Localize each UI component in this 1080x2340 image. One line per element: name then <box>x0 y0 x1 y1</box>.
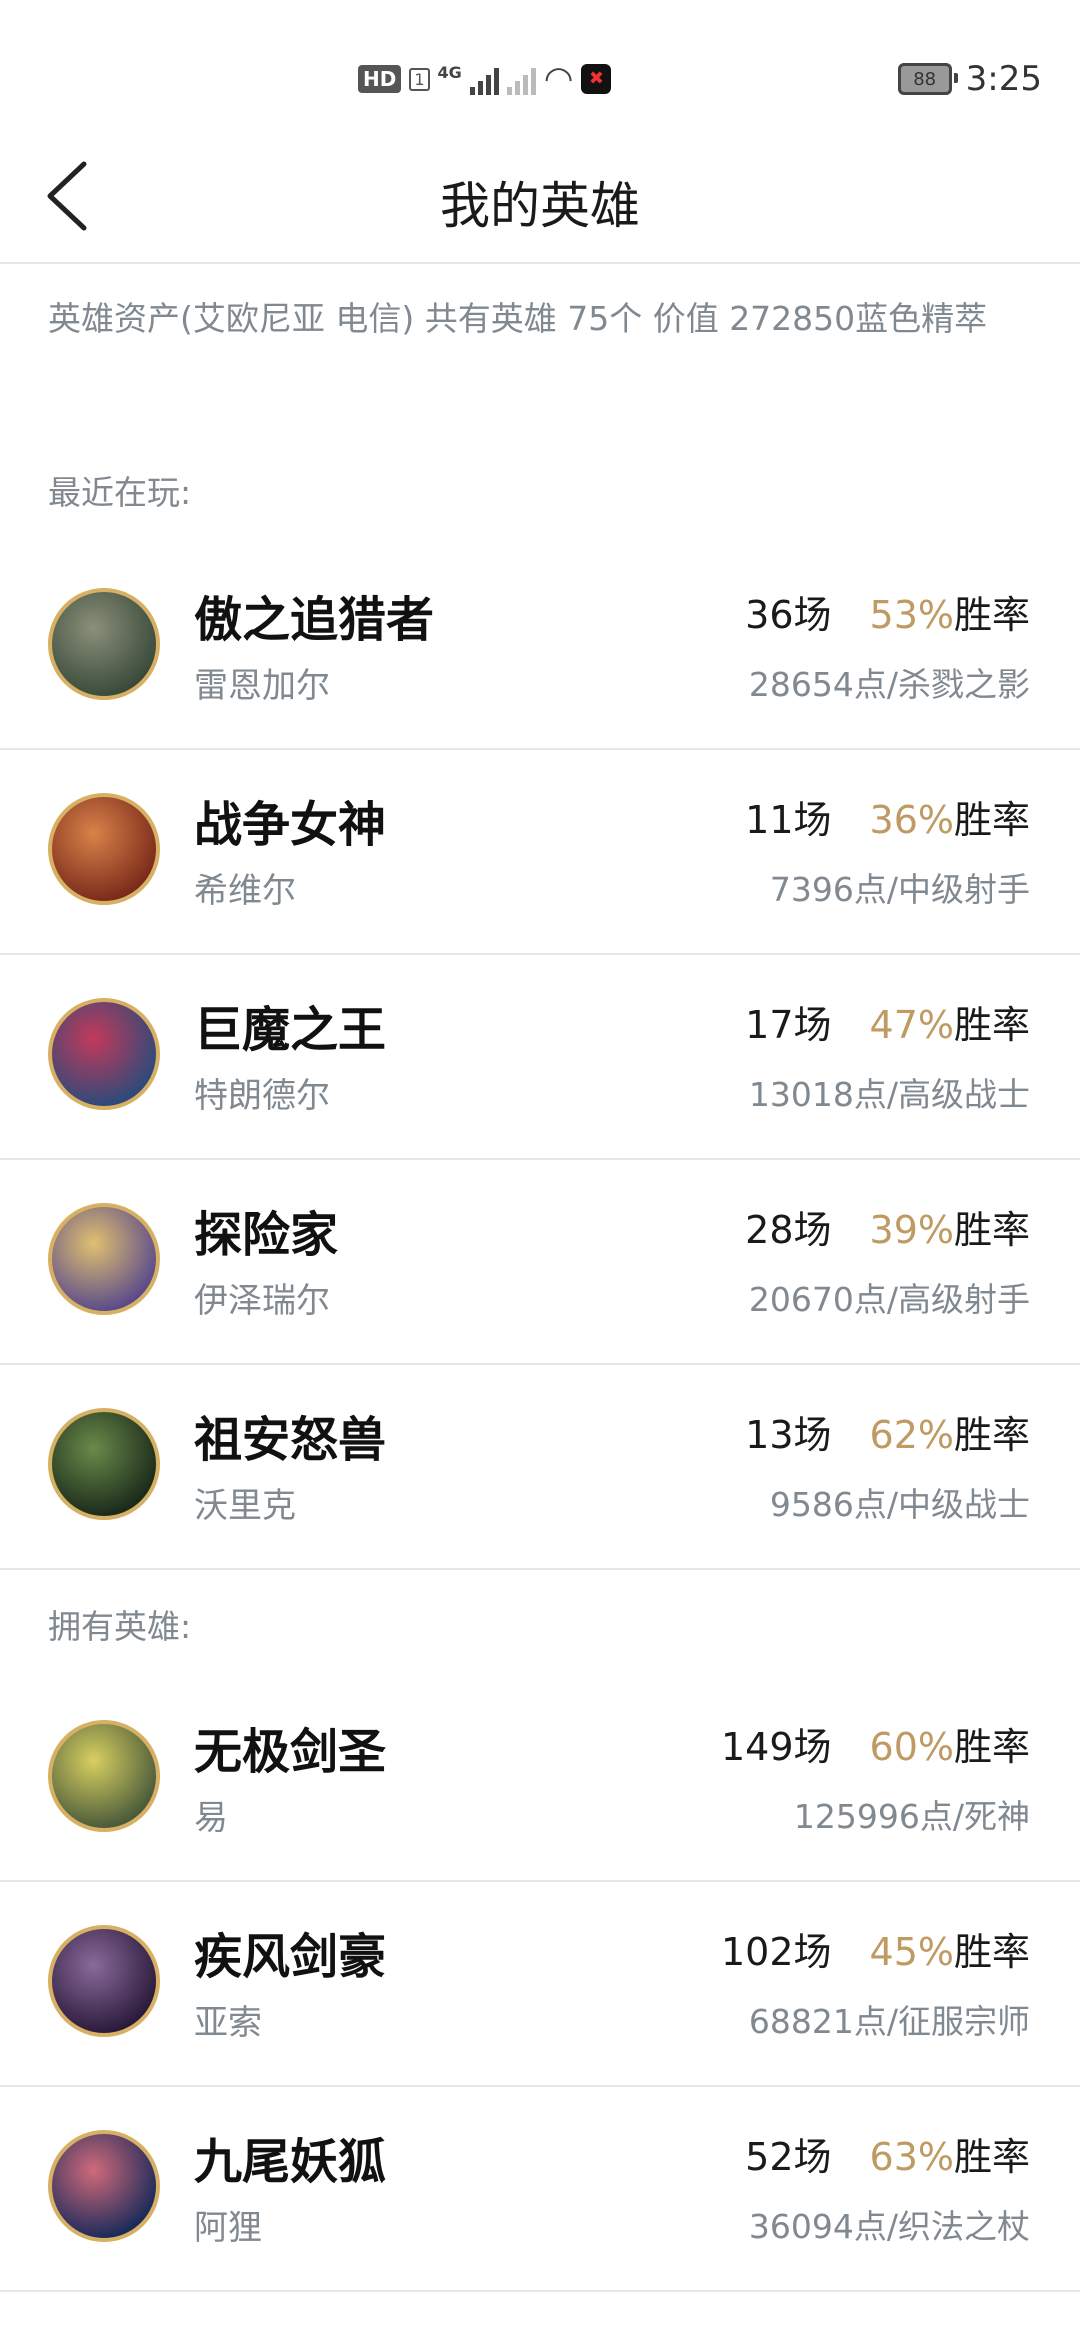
hero-games: 149场 <box>720 1725 832 1769</box>
hero-win-rate: 60% <box>869 1725 954 1769</box>
status-icons-left: HD 1 4G ◠ ✖ <box>358 58 612 100</box>
hero-win-rate: 47% <box>869 1003 954 1047</box>
hero-games: 52场 <box>745 2135 832 2179</box>
hero-row[interactable]: 疾风剑豪 亚索 102场 45%胜率 68821点/征服宗师 <box>0 1881 1080 2087</box>
hero-avatar <box>48 1408 160 1520</box>
status-icons-right: 88 3:25 <box>897 54 1042 104</box>
signal-2-icon <box>506 63 536 95</box>
hero-games: 13场 <box>745 1413 832 1457</box>
hero-title: 巨魔之王 <box>194 1002 387 1058</box>
hero-mastery-points: 68821点/征服宗师 <box>748 2002 1030 2041</box>
win-rate-label: 胜率 <box>953 798 1030 842</box>
hero-title: 探险家 <box>194 1207 339 1263</box>
hero-title: 九尾妖狐 <box>194 2134 387 2190</box>
hero-name: 阿狸 <box>194 2208 262 2248</box>
hero-avatar <box>48 2130 160 2242</box>
hero-mastery-points: 13018点/高级战士 <box>748 1075 1030 1114</box>
hero-name: 伊泽瑞尔 <box>194 1281 330 1321</box>
clock: 3:25 <box>965 59 1042 99</box>
hero-games: 11场 <box>745 798 832 842</box>
hero-title: 祖安怒兽 <box>194 1412 387 1468</box>
recent-section-label: 最近在玩: <box>48 473 192 512</box>
app-notification-icon: ✖ <box>581 64 612 94</box>
win-rate-label: 胜率 <box>953 593 1030 637</box>
hero-name: 沃里克 <box>194 1486 296 1526</box>
hero-avatar <box>48 1925 160 2037</box>
hero-games: 102场 <box>720 1930 832 1974</box>
hero-name: 希维尔 <box>194 871 296 911</box>
hero-title: 疾风剑豪 <box>194 1929 387 1985</box>
hero-mastery-points: 9586点/中级战士 <box>769 1485 1030 1524</box>
hero-avatar <box>48 998 160 1110</box>
status-bar: HD 1 4G ◠ ✖ 88 3:25 <box>0 0 1080 150</box>
hero-win-rate: 36% <box>869 798 954 842</box>
hero-row[interactable]: 祖安怒兽 沃里克 13场 62%胜率 9586点/中级战士 <box>0 1364 1080 1570</box>
hero-avatar <box>48 1720 160 1832</box>
hero-stats: 17场 47%胜率 <box>745 994 1030 1049</box>
hero-games: 17场 <box>745 1003 832 1047</box>
hero-row[interactable]: 无极剑圣 易 149场 60%胜率 125996点/死神 <box>0 1676 1080 1882</box>
hero-win-rate: 63% <box>869 2135 954 2179</box>
hero-stats: 36场 53%胜率 <box>745 584 1030 639</box>
hero-name: 特朗德尔 <box>194 1076 330 1116</box>
hero-row[interactable]: 战争女神 希维尔 11场 36%胜率 7396点/中级射手 <box>0 749 1080 955</box>
hero-mastery-points: 20670点/高级射手 <box>748 1280 1030 1319</box>
hero-mastery-points: 36094点/织法之杖 <box>748 2207 1030 2246</box>
hero-win-rate: 53% <box>869 593 954 637</box>
hero-name: 易 <box>194 1798 228 1838</box>
hero-win-rate: 39% <box>869 1208 954 1252</box>
hero-mastery-points: 28654点/杀戮之影 <box>748 665 1030 704</box>
hero-games: 36场 <box>745 593 832 637</box>
hero-win-rate: 62% <box>869 1413 954 1457</box>
hero-avatar <box>48 793 160 905</box>
asset-summary: 英雄资产(艾欧尼亚 电信) 共有英雄 75个 价值 272850蓝色精萃 <box>48 299 988 338</box>
hero-title: 傲之追猎者 <box>194 592 435 648</box>
hero-mastery-points: 125996点/死神 <box>793 1797 1030 1836</box>
win-rate-label: 胜率 <box>953 1725 1030 1769</box>
win-rate-label: 胜率 <box>953 1003 1030 1047</box>
hero-name: 亚索 <box>194 2003 262 2043</box>
hero-row[interactable]: 九尾妖狐 阿狸 52场 63%胜率 36094点/织法之杖 <box>0 2086 1080 2292</box>
win-rate-label: 胜率 <box>953 2135 1030 2179</box>
owned-section-label: 拥有英雄: <box>48 1607 192 1646</box>
sim-icon: 1 <box>409 67 430 91</box>
hero-row[interactable]: 巨魔之王 特朗德尔 17场 47%胜率 13018点/高级战士 <box>0 954 1080 1160</box>
hero-win-rate: 45% <box>869 1930 954 1974</box>
win-rate-label: 胜率 <box>953 1208 1030 1252</box>
hero-stats: 52场 63%胜率 <box>745 2126 1030 2181</box>
hero-row[interactable]: 探险家 伊泽瑞尔 28场 39%胜率 20670点/高级射手 <box>0 1159 1080 1365</box>
wifi-icon: ◠ <box>543 59 574 99</box>
page-title: 我的英雄 <box>440 177 640 235</box>
battery-icon: 88 <box>897 63 958 95</box>
hero-stats: 102场 45%胜率 <box>721 1921 1030 1976</box>
hero-name: 雷恩加尔 <box>194 666 330 706</box>
hero-stats: 13场 62%胜率 <box>745 1404 1030 1459</box>
hero-stats: 11场 36%胜率 <box>745 789 1030 844</box>
signal-icon <box>469 63 499 95</box>
hero-avatar <box>48 1203 160 1315</box>
win-rate-label: 胜率 <box>953 1413 1030 1457</box>
hero-stats: 149场 60%胜率 <box>721 1716 1030 1771</box>
network-type-label: 4G <box>437 62 462 82</box>
hero-stats: 28场 39%胜率 <box>745 1199 1030 1254</box>
hero-mastery-points: 7396点/中级射手 <box>769 870 1030 909</box>
hero-title: 无极剑圣 <box>194 1724 387 1780</box>
header: 我的英雄 <box>0 130 1080 264</box>
hero-row[interactable]: 傲之追猎者 雷恩加尔 36场 53%胜率 28654点/杀戮之影 <box>0 544 1080 750</box>
hero-avatar <box>48 588 160 700</box>
hd-voice-icon: HD <box>358 65 402 93</box>
win-rate-label: 胜率 <box>953 1930 1030 1974</box>
hero-games: 28场 <box>745 1208 832 1252</box>
hero-title: 战争女神 <box>194 797 387 853</box>
